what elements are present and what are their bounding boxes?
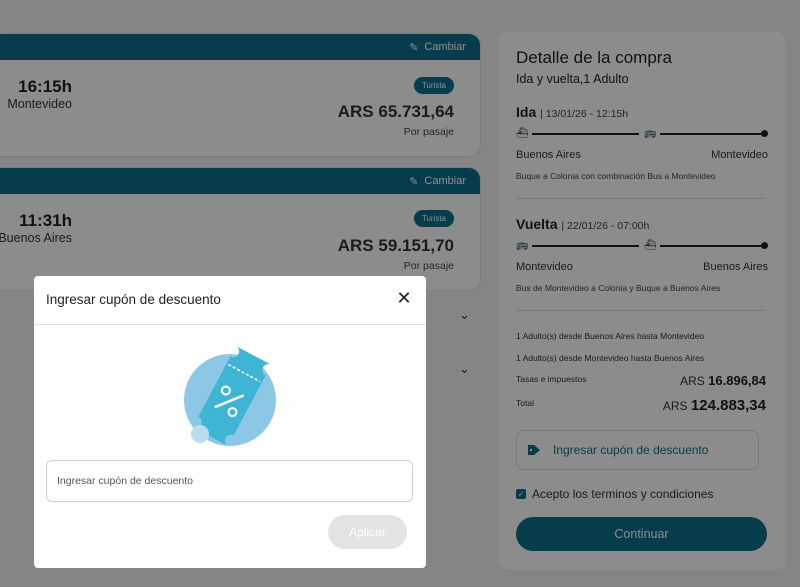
coupon-input[interactable] (46, 460, 413, 502)
discount-ticket-icon (184, 345, 276, 447)
coupon-modal: Ingresar cupón de descuento ✕ Aplicar (34, 276, 426, 568)
modal-divider (34, 324, 426, 325)
modal-title: Ingresar cupón de descuento (46, 292, 221, 307)
apply-button[interactable]: Aplicar (328, 515, 407, 549)
close-icon[interactable]: ✕ (396, 289, 412, 307)
